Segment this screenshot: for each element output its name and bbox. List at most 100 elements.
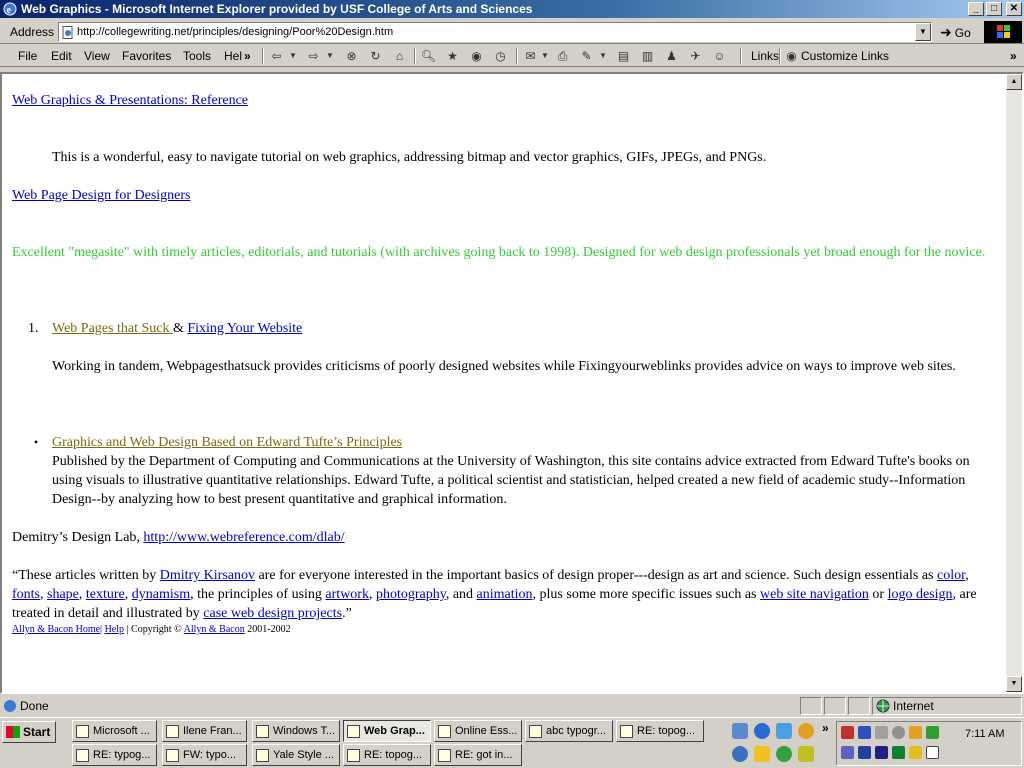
task-web-graphics[interactable]: Web Grap...: [343, 720, 431, 742]
link-logo-design[interactable]: logo design: [888, 587, 953, 602]
discuss-icon[interactable]: ▤: [615, 48, 632, 64]
task-online-ess[interactable]: Online Ess...: [434, 720, 522, 742]
refresh-icon[interactable]: ↻: [367, 48, 384, 64]
stop-icon[interactable]: ⊗: [343, 48, 360, 64]
task-re-got-in[interactable]: RE: got in...: [434, 744, 522, 766]
scroll-up-button[interactable]: ▲: [1006, 74, 1022, 90]
link-allyn-bacon[interactable]: Allyn & Bacon: [184, 624, 245, 635]
back-dropdown-icon[interactable]: ▼: [288, 48, 298, 64]
home-icon[interactable]: ⌂: [391, 48, 408, 64]
address-url: http://collegewriting.net/principles/des…: [77, 26, 394, 38]
link-fixing-your-website[interactable]: Fixing Your Website: [187, 321, 302, 336]
link-dynamism[interactable]: dynamism: [132, 587, 190, 602]
research-icon[interactable]: ▥: [639, 48, 656, 64]
tray-green-icon[interactable]: [892, 746, 905, 759]
tray-aim-icon[interactable]: [909, 726, 922, 739]
link-dlab[interactable]: http://www.webreference.com/dlab/: [143, 530, 344, 545]
menu-file[interactable]: File: [18, 49, 37, 63]
mail-dropdown-icon[interactable]: ▼: [540, 48, 550, 64]
task-yale-style[interactable]: Yale Style ...: [252, 744, 340, 766]
links-overflow-chevron[interactable]: »: [1010, 49, 1017, 63]
menu-overflow-chevron[interactable]: »: [244, 49, 251, 63]
quicklaunch-outlook-icon[interactable]: [732, 723, 748, 739]
tray-antivirus-icon[interactable]: [841, 726, 854, 739]
scroll-down-button[interactable]: ▼: [1006, 676, 1022, 692]
back-icon[interactable]: ⇦: [268, 48, 285, 64]
tray-calendar-icon[interactable]: [926, 746, 939, 759]
aim-icon[interactable]: ✈: [687, 48, 704, 64]
link-color[interactable]: color: [937, 568, 965, 583]
forward-dropdown-icon[interactable]: ▼: [325, 48, 335, 64]
address-dropdown-button[interactable]: ▼: [915, 23, 931, 41]
edit-dropdown-icon[interactable]: ▼: [598, 48, 608, 64]
tray-security-icon[interactable]: [841, 746, 854, 759]
links-label[interactable]: Links: [751, 49, 779, 63]
tray-x-icon[interactable]: [875, 746, 888, 759]
tray-update-icon[interactable]: [926, 726, 939, 739]
quicklaunch-media-icon[interactable]: [798, 723, 814, 739]
menu-edit[interactable]: Edit: [51, 49, 72, 63]
vertical-scrollbar[interactable]: ▲ ▼: [1006, 74, 1022, 692]
link-shape[interactable]: shape: [47, 587, 79, 602]
edit-icon[interactable]: ✎: [578, 48, 595, 64]
link-case-projects[interactable]: case web design projects: [203, 606, 342, 621]
close-button[interactable]: ✕: [1006, 2, 1022, 16]
tray-disabled-icon[interactable]: [892, 726, 905, 739]
link-animation[interactable]: animation: [477, 587, 533, 602]
task-abc-typogr[interactable]: abc typogr...: [525, 720, 613, 742]
task-re-topog-2[interactable]: RE: topog...: [343, 744, 431, 766]
address-input[interactable]: http://collegewriting.net/principles/des…: [58, 22, 932, 42]
menu-tools[interactable]: Tools: [183, 49, 211, 63]
task-microsoft[interactable]: Microsoft ...: [72, 720, 157, 742]
history-icon[interactable]: ◷: [492, 48, 509, 64]
quicklaunch-chevron[interactable]: »: [822, 721, 829, 735]
link-help[interactable]: Help: [105, 624, 124, 635]
customize-links[interactable]: Customize Links: [801, 49, 889, 63]
link-web-pages-that-suck[interactable]: Web Pages that Suck: [52, 321, 173, 336]
task-re-topog-1[interactable]: RE: topog...: [616, 720, 704, 742]
task-windows[interactable]: Windows T...: [252, 720, 340, 742]
clock[interactable]: 7:11 AM: [965, 728, 1005, 740]
task-ilene[interactable]: Ilene Fran...: [162, 720, 247, 742]
quicklaunch-ie-icon[interactable]: [754, 723, 770, 739]
mail-icon[interactable]: ✉: [522, 48, 539, 64]
ie-icon: [438, 725, 451, 738]
link-dmitry-kirsanov[interactable]: Dmitry Kirsanov: [160, 568, 255, 583]
menu-help[interactable]: Hel: [224, 49, 242, 63]
tray-volume-icon[interactable]: [875, 726, 888, 739]
messenger-icon[interactable]: ♟: [663, 48, 680, 64]
quicklaunch-app-icon[interactable]: [798, 746, 814, 762]
quicklaunch-desktop-icon[interactable]: [776, 723, 792, 739]
maximize-button[interactable]: □: [986, 2, 1002, 16]
menu-view[interactable]: View: [84, 49, 110, 63]
quicklaunch-messenger-icon[interactable]: [776, 746, 792, 762]
favorites-icon[interactable]: ★: [444, 48, 461, 64]
task-fw-typo[interactable]: FW: typo...: [162, 744, 247, 766]
link-photography[interactable]: photography: [376, 587, 446, 602]
start-button[interactable]: Start: [2, 721, 56, 743]
browser-viewport: Web Graphics & Presentations: Reference …: [0, 72, 1024, 694]
link-web-site-navigation[interactable]: web site navigation: [760, 587, 869, 602]
print-icon[interactable]: ⎙: [554, 48, 571, 64]
link-artwork[interactable]: artwork: [325, 587, 369, 602]
link-allyn-bacon-home[interactable]: Allyn & Bacon Home: [12, 624, 100, 635]
tray-network-icon[interactable]: [858, 726, 871, 739]
forward-icon[interactable]: ⇨: [305, 48, 322, 64]
quicklaunch-aim-icon[interactable]: [754, 746, 770, 762]
user-icon[interactable]: ☺: [711, 48, 728, 64]
search-icon[interactable]: 🔍︎: [420, 48, 437, 64]
link-web-graphics-reference[interactable]: Web Graphics & Presentations: Reference: [12, 93, 248, 108]
minimize-button[interactable]: _: [968, 2, 984, 16]
go-button[interactable]: ➜ Go: [940, 24, 971, 41]
link-fonts[interactable]: fonts: [12, 587, 40, 602]
link-texture[interactable]: texture: [86, 587, 125, 602]
link-web-page-design[interactable]: Web Page Design for Designers: [12, 188, 191, 203]
tray-shield-icon[interactable]: [858, 746, 871, 759]
link-tufte-principles[interactable]: Graphics and Web Design Based on Edward …: [52, 435, 402, 450]
task-re-typog[interactable]: RE: typog...: [72, 744, 157, 766]
menu-favorites[interactable]: Favorites: [122, 49, 171, 63]
media-icon[interactable]: ◉: [468, 48, 485, 64]
quicklaunch-info-icon[interactable]: [732, 746, 748, 762]
tray-user-icon[interactable]: [909, 746, 922, 759]
system-tray: 7:11 AM: [836, 721, 1022, 766]
